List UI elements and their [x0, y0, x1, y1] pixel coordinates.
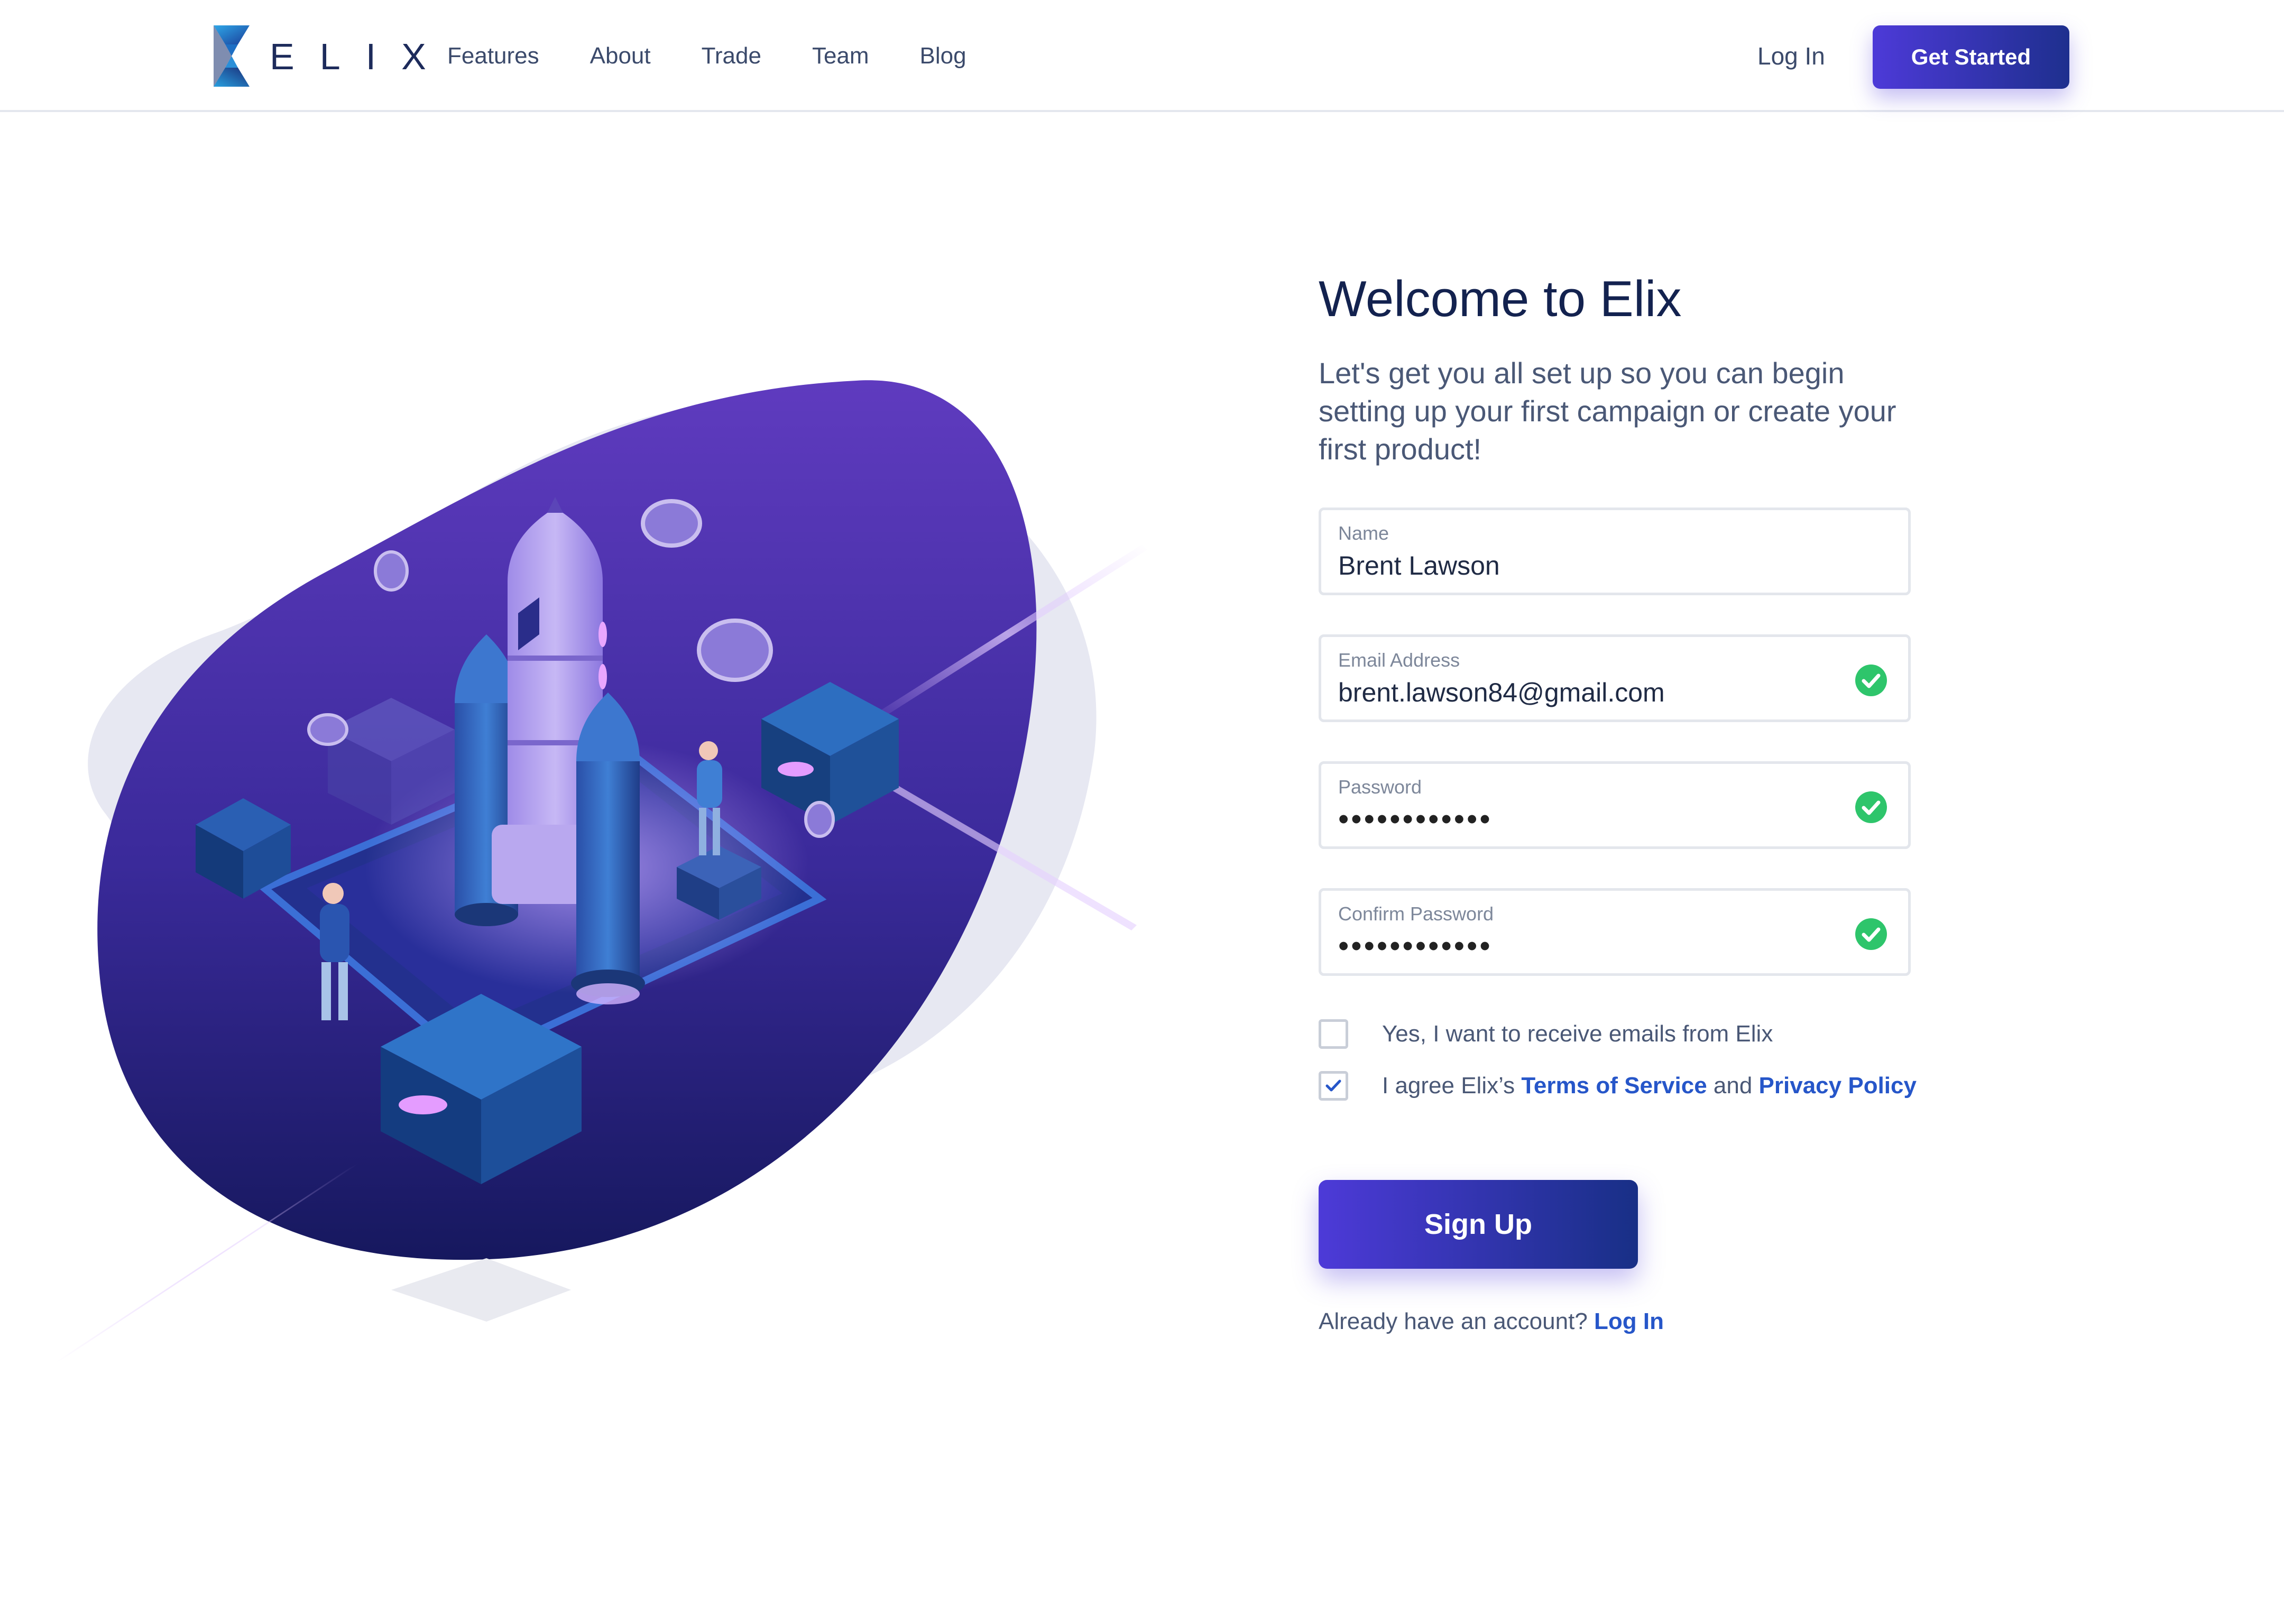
already-text: Already have an account?	[1319, 1308, 1595, 1334]
page-title: Welcome to Elix	[1319, 271, 1682, 327]
nav-trade[interactable]: Trade	[702, 39, 761, 73]
email-valid-check-icon	[1855, 665, 1887, 696]
header-login-link[interactable]: Log In	[1757, 39, 1825, 73]
terms-middle: and	[1707, 1073, 1759, 1099]
nav-features[interactable]: Features	[447, 39, 539, 73]
terms-checkbox[interactable]	[1319, 1071, 1348, 1101]
terms-prefix: I agree Elix’s	[1382, 1073, 1522, 1099]
newsletter-row: Yes, I want to receive emails from Elix	[1319, 1019, 1773, 1049]
email-field[interactable]: Email Address	[1319, 634, 1911, 722]
nav-team[interactable]: Team	[812, 39, 869, 73]
get-started-button[interactable]: Get Started	[1873, 25, 2069, 89]
confirm-password-valid-check-icon	[1855, 918, 1887, 950]
email-input[interactable]	[1338, 674, 1846, 711]
rocket-launch-illustration	[53, 380, 1147, 1364]
password-input[interactable]	[1338, 801, 1846, 838]
page-subtitle: Let's get you all set up so you can begi…	[1319, 356, 1896, 466]
password-valid-check-icon	[1855, 791, 1887, 823]
password-field[interactable]: Password	[1319, 761, 1911, 849]
name-label: Name	[1338, 522, 1389, 544]
privacy-policy-link[interactable]: Privacy Policy	[1759, 1073, 1917, 1099]
confirm-password-label: Confirm Password	[1338, 903, 1494, 925]
confirm-password-input[interactable]	[1338, 928, 1846, 965]
login-prompt: Already have an account? Log In	[1319, 1306, 1664, 1337]
nav-about[interactable]: About	[590, 39, 651, 73]
name-input[interactable]	[1338, 547, 1846, 584]
password-label: Password	[1338, 776, 1422, 798]
confirm-password-field[interactable]: Confirm Password	[1319, 888, 1911, 976]
terms-of-service-link[interactable]: Terms of Service	[1521, 1073, 1707, 1099]
name-field[interactable]: Name	[1319, 508, 1911, 595]
newsletter-checkbox[interactable]	[1319, 1019, 1348, 1049]
terms-row: I agree Elix’s Terms of Service and Priv…	[1319, 1071, 1917, 1101]
sign-up-button[interactable]: Sign Up	[1319, 1180, 1638, 1269]
elix-logo-icon	[214, 25, 250, 87]
nav-blog[interactable]: Blog	[920, 39, 966, 73]
email-label: Email Address	[1338, 649, 1460, 671]
checkmark-icon	[1325, 1079, 1341, 1092]
top-navbar: ELIX Features About Trade Team Blog Log …	[0, 0, 2284, 112]
newsletter-label: Yes, I want to receive emails from Elix	[1382, 1021, 1773, 1047]
terms-label: I agree Elix’s Terms of Service and Priv…	[1382, 1071, 1917, 1101]
logo-wordmark: ELIX	[270, 36, 452, 77]
main-nav: Features About Trade Team Blog	[447, 39, 966, 73]
footer-login-link[interactable]: Log In	[1594, 1308, 1664, 1334]
elix-logo[interactable]: ELIX	[211, 23, 426, 89]
